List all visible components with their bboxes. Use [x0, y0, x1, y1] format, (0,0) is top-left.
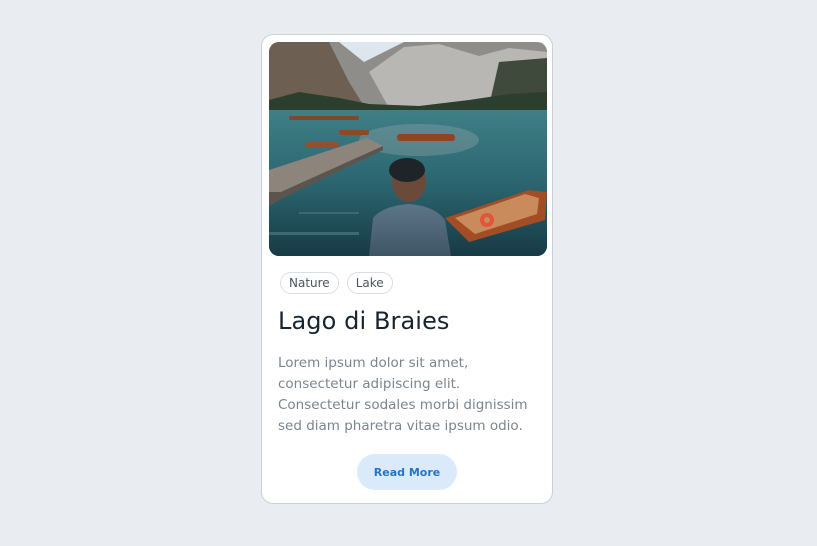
tag-nature[interactable]: Nature: [280, 272, 339, 294]
tag-list: Nature Lake: [280, 272, 393, 294]
card-description: Lorem ipsum dolor sit amet, consectetur …: [278, 355, 528, 434]
card-title: Lago di Braies: [278, 307, 450, 335]
tag-lake[interactable]: Lake: [346, 272, 393, 294]
card: Nature Lake Lago di Braies Lorem ipsum d…: [261, 34, 553, 504]
lake-photo: [269, 42, 547, 256]
read-more-button[interactable]: Read More: [357, 454, 457, 490]
